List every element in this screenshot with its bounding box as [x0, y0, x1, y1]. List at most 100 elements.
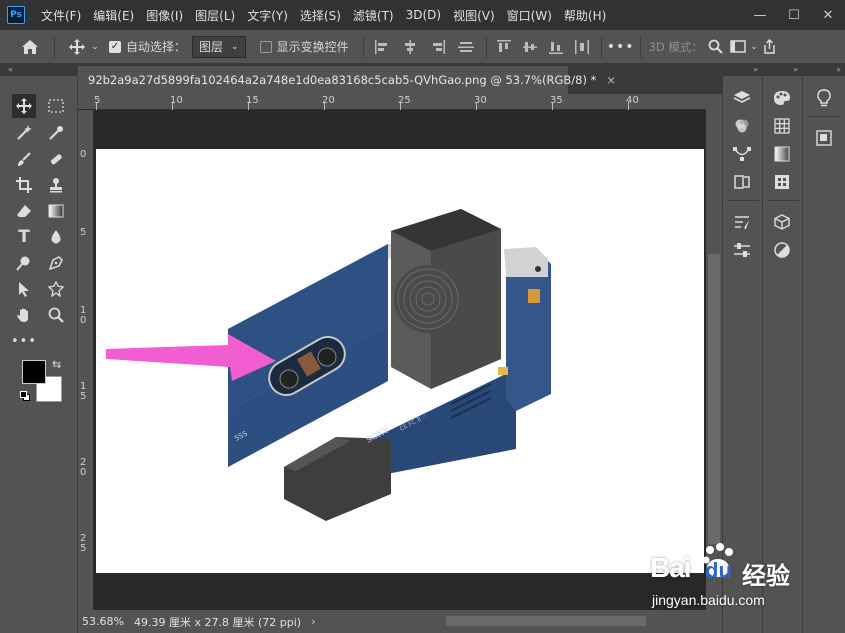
brush-settings-icon[interactable]	[729, 210, 755, 234]
auto-select-label: 自动选择：	[126, 40, 187, 54]
menu-edit[interactable]: 编辑(E)	[87, 7, 140, 24]
menu-filter[interactable]: 滤镜(T)	[347, 7, 400, 24]
horizontal-scroll-thumb[interactable]	[446, 616, 646, 626]
auto-select-dropdown[interactable]: 图层 ⌄	[192, 35, 246, 58]
type-tool-icon[interactable]: T	[12, 225, 36, 249]
menu-file[interactable]: 文件(F)	[35, 7, 87, 24]
status-menu-icon[interactable]: ›	[311, 615, 315, 628]
stamp-tool-icon[interactable]	[44, 173, 68, 197]
gradients-icon[interactable]	[769, 142, 795, 166]
magic-wand-icon[interactable]	[12, 121, 36, 145]
ruler-label: 1 0	[80, 305, 87, 326]
vertical-scroll-thumb[interactable]	[708, 254, 720, 544]
ruler-label: 40	[626, 95, 639, 106]
distribute-horizontal-icon[interactable]	[569, 39, 595, 54]
walkman-product-image: SONY SSS CE FC 8 ∷	[106, 209, 551, 521]
menu-image[interactable]: 图像(I)	[140, 7, 189, 24]
channels-icon[interactable]	[729, 114, 755, 138]
eraser-icon[interactable]	[12, 199, 36, 223]
vertical-ruler: 0 5 1 0 1 5 2 0 2 5	[78, 110, 94, 610]
adjust-sliders-icon[interactable]	[729, 238, 755, 262]
distribute-bottom-icon[interactable]	[543, 40, 569, 54]
document-size: 49.39 厘米 x 27.8 厘米 (72 ppi)	[134, 615, 302, 629]
home-icon[interactable]	[14, 39, 46, 55]
ruler-label: 0	[80, 149, 87, 160]
menu-view[interactable]: 视图(V)	[447, 7, 501, 24]
pen-tool-icon[interactable]	[44, 251, 68, 275]
collapse-icon[interactable]: »	[723, 64, 762, 76]
layers-icon[interactable]	[729, 86, 755, 110]
chevron-down-icon[interactable]: ⌄	[749, 42, 759, 52]
menu-3d[interactable]: 3D(D)	[400, 8, 447, 22]
horizontal-ruler: 5 10 15 20 25 30 35 40	[78, 94, 706, 110]
menu-layer[interactable]: 图层(L)	[189, 7, 241, 24]
menu-help[interactable]: 帮助(H)	[558, 7, 612, 24]
3d-cube-icon[interactable]	[769, 210, 795, 234]
watermark-paw-text: du	[705, 558, 732, 583]
paths-icon[interactable]	[729, 142, 755, 166]
eyedropper-icon[interactable]	[44, 121, 68, 145]
document-canvas[interactable]: SONY SSS CE FC 8 ∷	[96, 149, 704, 573]
ruler-label: 5	[80, 227, 87, 238]
history-icon[interactable]	[729, 170, 755, 194]
libraries-icon[interactable]	[811, 126, 837, 150]
blur-tool-icon[interactable]	[44, 225, 68, 249]
close-button[interactable]: ✕	[811, 0, 845, 30]
distribute-top-icon[interactable]	[491, 39, 517, 54]
zoom-level[interactable]: 53.68%	[82, 615, 130, 628]
brush-icon[interactable]	[12, 147, 36, 171]
default-colors-icon[interactable]	[20, 391, 30, 401]
auto-select-checkbox[interactable]: ✓	[109, 40, 121, 53]
gradient-tool-icon[interactable]	[44, 199, 68, 223]
more-tools-icon[interactable]: •••	[11, 329, 36, 353]
show-transform-checkbox[interactable]	[259, 40, 272, 53]
collapse-icon[interactable]: »	[763, 64, 802, 76]
tools-panel: « T ••• ⇆	[0, 64, 78, 633]
close-tab-icon[interactable]: ×	[606, 73, 616, 87]
search-icon[interactable]	[705, 39, 727, 54]
foreground-color-swatch[interactable]	[22, 360, 46, 384]
path-select-icon[interactable]	[12, 277, 36, 301]
menu-bar: Ps 文件(F) 编辑(E) 图像(I) 图层(L) 文字(Y) 选择(S) 滤…	[0, 0, 845, 30]
move-tool-icon[interactable]	[12, 94, 36, 118]
swap-colors-icon[interactable]: ⇆	[52, 358, 61, 371]
crop-tool-icon[interactable]	[12, 173, 36, 197]
maximize-button[interactable]: ☐	[777, 0, 811, 30]
menu-type[interactable]: 文字(Y)	[241, 7, 294, 24]
swatches-icon[interactable]	[769, 114, 795, 138]
patterns-icon[interactable]	[769, 170, 795, 194]
dodge-tool-icon[interactable]	[12, 251, 36, 275]
vertical-scrollbar[interactable]	[706, 94, 722, 610]
align-left-icon[interactable]	[368, 39, 396, 54]
chevron-down-icon[interactable]: ⌄	[89, 42, 101, 52]
adjustments-icon[interactable]	[769, 238, 795, 262]
ruler-label: 30	[474, 95, 487, 106]
menu-select[interactable]: 选择(S)	[294, 7, 347, 24]
ruler-label: 2 5	[80, 533, 87, 554]
collapse-icon[interactable]: »	[803, 64, 845, 76]
color-palette-icon[interactable]	[769, 86, 795, 110]
zoom-tool-icon[interactable]	[44, 303, 68, 327]
ruler-label: 1 5	[80, 381, 87, 402]
distribute-vcenter-icon[interactable]	[517, 40, 543, 54]
align-middle-icon[interactable]	[452, 40, 480, 54]
marquee-tool-icon[interactable]	[44, 94, 68, 118]
hand-tool-icon[interactable]	[12, 303, 36, 327]
menu-window[interactable]: 窗口(W)	[501, 7, 558, 24]
collapse-icon[interactable]: «	[0, 64, 77, 76]
more-options-icon[interactable]: •••	[606, 39, 636, 55]
move-tool-icon[interactable]	[65, 38, 89, 55]
document-tab[interactable]: 92b2a9a27d5899fa102464a2a748e1d0ea83168c…	[78, 66, 616, 94]
custom-shape-icon[interactable]	[44, 277, 68, 301]
minimize-button[interactable]: —	[743, 0, 777, 30]
document-tab-title: 92b2a9a27d5899fa102464a2a748e1d0ea83168c…	[88, 73, 597, 87]
workspace-icon[interactable]	[727, 40, 749, 53]
status-bar: 53.68% 49.39 厘米 x 27.8 厘米 (72 ppi) ›	[78, 610, 722, 633]
healing-brush-icon[interactable]	[44, 147, 68, 171]
ruler-label: 20	[322, 95, 335, 106]
align-center-icon[interactable]	[396, 39, 424, 54]
learn-lightbulb-icon[interactable]	[811, 86, 837, 110]
align-right-icon[interactable]	[424, 39, 452, 54]
ruler-label: 15	[246, 95, 259, 106]
share-icon[interactable]	[759, 39, 781, 54]
